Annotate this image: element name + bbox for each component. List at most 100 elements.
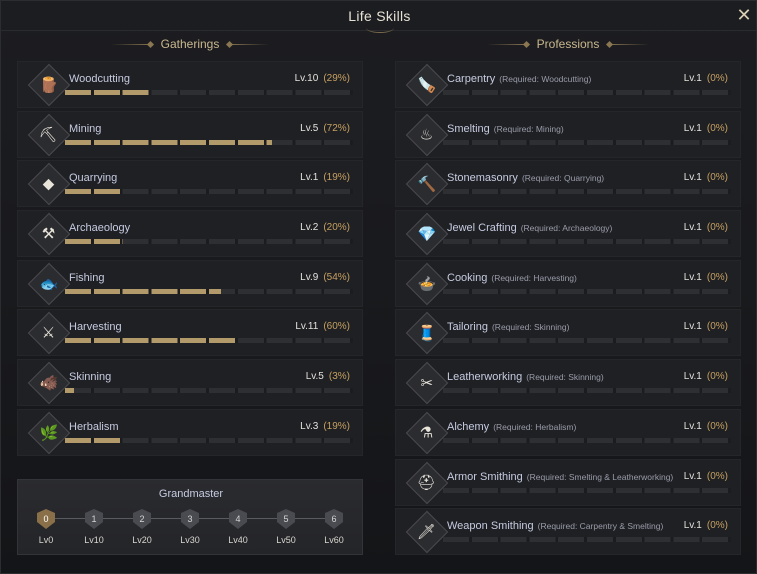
skill-name: Tailoring (Required: Skinning): [447, 321, 569, 333]
gatherings-list: 🪵 Woodcutting Lv.10 (29%) ⛏ Mining Lv.5 (72%) ◆ Q…: [17, 61, 363, 459]
skill-progress-bar: [443, 239, 731, 245]
skill-name: Archaeology: [69, 222, 130, 234]
skill-level-value: Lv.1: [683, 371, 702, 383]
skill-name: Alchemy (Required: Herbalism): [447, 421, 576, 433]
gatherings-header: Gatherings: [17, 35, 363, 53]
skill-progress-bar: [443, 139, 731, 145]
skill-row-fishing[interactable]: 🐟 Fishing Lv.9 (54%): [17, 259, 363, 307]
skill-level-percent: (3%): [328, 371, 350, 383]
skill-row-harvesting[interactable]: ⚔ Harvesting Lv.11 (60%): [17, 309, 363, 357]
skill-name: Quarrying: [69, 172, 117, 184]
grandmaster-tier-label: Lv0: [38, 535, 54, 545]
skill-level: Lv.3 (19%): [300, 421, 350, 432]
skill-requirement: (Required: Smelting & Leatherworking): [526, 471, 674, 482]
title-ornament: [366, 23, 394, 33]
grandmaster-tier-5-icon[interactable]: 5: [275, 508, 297, 530]
skill-level: Lv.1 (19%): [300, 172, 350, 183]
skill-level: Lv.5 (3%): [306, 371, 350, 382]
rock-icon: ◆: [27, 163, 71, 206]
header-ornament-left: [110, 43, 151, 45]
skill-level: Lv.5 (72%): [300, 123, 350, 134]
skill-progress-fill: [65, 239, 123, 245]
skill-name-text: Archaeology: [69, 222, 131, 235]
skill-requirement: (Required: Skinning): [491, 322, 570, 333]
skill-row-jewel-crafting[interactable]: 💎 Jewel Crafting (Required: Archaeology) Lv…: [395, 210, 741, 258]
professions-header: Professions: [395, 35, 741, 53]
skill-row-quarrying[interactable]: ◆ Quarrying Lv.1 (19%): [17, 160, 363, 208]
grandmaster-tier-label: Lv50: [276, 535, 296, 545]
grandmaster-tier-4-icon[interactable]: 4: [227, 508, 249, 530]
skill-row-tailoring[interactable]: 🧵 Tailoring (Required: Skinning) Lv.1 (0%): [395, 309, 741, 357]
skill-progress-bar: [443, 288, 731, 294]
skill-name: Armor Smithing (Required: Smelting & Leat…: [447, 471, 673, 483]
skill-name: Smelting (Required: Mining): [447, 123, 564, 135]
skill-level-percent: (0%): [706, 470, 728, 482]
skill-name-text: Armor Smithing: [447, 470, 523, 483]
skill-name: Mining: [69, 123, 101, 135]
skill-name-text: Smelting: [447, 122, 490, 135]
sickle-icon: ⚔: [27, 312, 71, 355]
skill-level-percent: (0%): [706, 122, 728, 134]
leather-icon: ✂: [405, 361, 449, 405]
skill-requirement: (Required: Carpentry & Smelting): [537, 521, 664, 532]
skill-row-armor-smithing[interactable]: ⛑ Armor Smithing (Required: Smelting & Lea…: [395, 458, 741, 506]
grandmaster-tier-0-icon[interactable]: 0: [35, 508, 57, 530]
skill-level-percent: (20%): [323, 222, 350, 234]
furnace-icon: ♨: [405, 113, 449, 156]
skill-row-cooking[interactable]: 🍲 Cooking (Required: Harvesting) Lv.1 (0%): [395, 259, 741, 307]
skill-level: Lv.1 (0%): [684, 123, 728, 134]
skill-progress-bar: [443, 90, 731, 95]
skill-row-weapon-smithing[interactable]: 🗡 Weapon Smithing (Required: Carpentry & S…: [395, 508, 741, 556]
grandmaster-tier-3-icon[interactable]: 3: [179, 508, 201, 530]
skill-level-value: Lv.1: [683, 122, 702, 134]
skill-row-leatherworking[interactable]: ✂ Leatherworking (Required: Skinning) Lv.1 (…: [395, 359, 741, 407]
grandmaster-tier-label: Lv10: [84, 535, 104, 545]
skill-row-herbalism[interactable]: 🌿 Herbalism Lv.3 (19%): [17, 408, 363, 456]
skill-progress-bar: [65, 90, 353, 95]
skill-row-alchemy[interactable]: ⚗ Alchemy (Required: Herbalism) Lv.1 (0%): [395, 408, 741, 456]
flask-icon: ⚗: [405, 411, 449, 455]
skill-requirement: (Required: Skinning): [526, 372, 604, 383]
shield-icon: 5: [277, 509, 295, 529]
needle-icon: 🧵: [405, 312, 449, 355]
skill-name: Skinning: [69, 371, 111, 383]
grandmaster-tier-label: Lv30: [180, 535, 200, 545]
shovel-icon: ⚒: [27, 212, 71, 256]
skill-name: Stonemasonry (Required: Quarrying): [447, 172, 604, 184]
skill-name: Woodcutting: [69, 73, 130, 85]
skill-progress-bar: [65, 139, 353, 145]
rock-icon-glyph: ◆: [43, 175, 55, 193]
skill-row-mining[interactable]: ⛏ Mining Lv.5 (72%): [17, 110, 363, 158]
skill-row-carpentry[interactable]: 🪚 Carpentry (Required: Woodcutting) Lv.1 (0%…: [395, 61, 741, 108]
leather-icon-glyph: ✂: [420, 374, 434, 392]
skill-level-percent: (60%): [323, 321, 350, 333]
skill-level-percent: (0%): [706, 371, 728, 383]
skill-level-value: Lv.1: [683, 222, 702, 234]
skill-name-text: Herbalism: [69, 420, 119, 433]
skill-level: Lv.1 (0%): [684, 272, 728, 283]
shield-icon: 0: [37, 509, 55, 529]
skill-progress-bar: [65, 239, 353, 245]
close-icon[interactable]: ✕: [734, 5, 754, 25]
skill-level-value: Lv.1: [683, 470, 702, 482]
skill-row-smelting[interactable]: ♨ Smelting (Required: Mining) Lv.1 (0%): [395, 110, 741, 158]
grandmaster-tier-1-icon[interactable]: 1: [83, 508, 105, 530]
skill-requirement: (Required: Quarrying): [521, 173, 605, 184]
skill-level-value: Lv.5: [305, 371, 324, 383]
skill-row-archaeology[interactable]: ⚒ Archaeology Lv.2 (20%): [17, 210, 363, 258]
skill-name-text: Skinning: [69, 371, 112, 384]
skill-row-stonemasonry[interactable]: 🔨 Stonemasonry (Required: Quarrying) Lv.1 (0…: [395, 160, 741, 208]
grandmaster-tier-6-icon[interactable]: 6: [323, 508, 345, 530]
skill-row-woodcutting[interactable]: 🪵 Woodcutting Lv.10 (29%): [17, 61, 363, 108]
sword-icon: 🗡: [405, 510, 449, 554]
skill-name-text: Alchemy: [447, 420, 490, 433]
skill-name: Leatherworking (Required: Skinning): [447, 371, 604, 383]
grandmaster-tier-2-icon[interactable]: 2: [131, 508, 153, 530]
skill-level: Lv.2 (20%): [300, 222, 350, 233]
skill-row-skinning[interactable]: 🐗 Skinning Lv.5 (3%): [17, 359, 363, 407]
skill-level: Lv.1 (0%): [684, 172, 728, 183]
skill-name-text: Quarrying: [69, 172, 118, 185]
skill-progress-bar: [65, 189, 353, 195]
skill-progress-bar: [443, 189, 731, 195]
skill-level: Lv.1 (0%): [684, 371, 728, 382]
